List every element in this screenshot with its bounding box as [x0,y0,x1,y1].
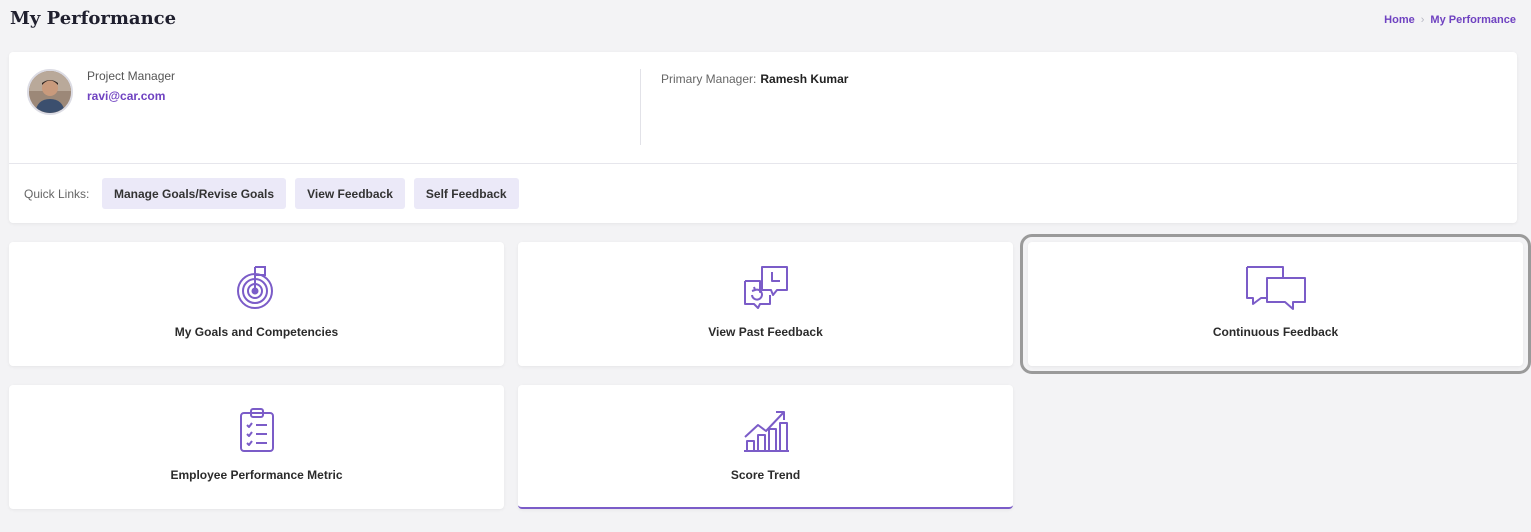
tile-label: Continuous Feedback [1212,325,1339,339]
breadcrumb-current: My Performance [1430,14,1516,26]
clipboard-checklist-icon [237,407,277,453]
tile-label: Score Trend [730,468,801,482]
history-feedback-icon [742,264,790,310]
tile-score-trend[interactable]: Score Trend [518,385,1013,509]
quick-links: Manage Goals/Revise Goals View Feedback … [102,178,519,209]
horizontal-divider [9,163,1517,164]
manage-goals-button[interactable]: Manage Goals/Revise Goals [102,178,287,209]
vertical-divider [640,69,641,145]
primary-manager-name: Ramesh Kumar [760,72,849,86]
chat-bubbles-icon [1245,264,1307,310]
view-feedback-button[interactable]: View Feedback [295,178,405,209]
breadcrumb-separator: › [1420,14,1425,26]
growth-chart-icon [742,407,790,453]
tile-view-past-feedback[interactable]: View Past Feedback [518,242,1013,366]
tile-continuous-feedback[interactable]: Continuous Feedback [1020,234,1531,374]
page-title: My Performance [10,8,177,29]
primary-manager-label: Primary Manager: [661,72,757,86]
profile-card: Project Manager ravi@car.com Primary Man… [9,52,1517,223]
avatar [27,69,73,115]
self-feedback-button[interactable]: Self Feedback [413,178,519,209]
breadcrumb-home-link[interactable]: Home [1384,14,1415,26]
tile-label: View Past Feedback [708,325,823,339]
profile-role: Project Manager [87,69,176,83]
tile-label: Employee Performance Metric [170,468,343,482]
quick-links-label: Quick Links: [24,187,90,201]
profile-email[interactable]: ravi@car.com [87,89,165,103]
tile-my-goals[interactable]: My Goals and Competencies [9,242,504,366]
primary-manager: Primary Manager: Ramesh Kumar [661,72,848,86]
tile-label: My Goals and Competencies [174,325,339,339]
target-icon [235,264,279,310]
breadcrumb: Home › My Performance [1384,14,1516,26]
tile-employee-performance-metric[interactable]: Employee Performance Metric [9,385,504,509]
